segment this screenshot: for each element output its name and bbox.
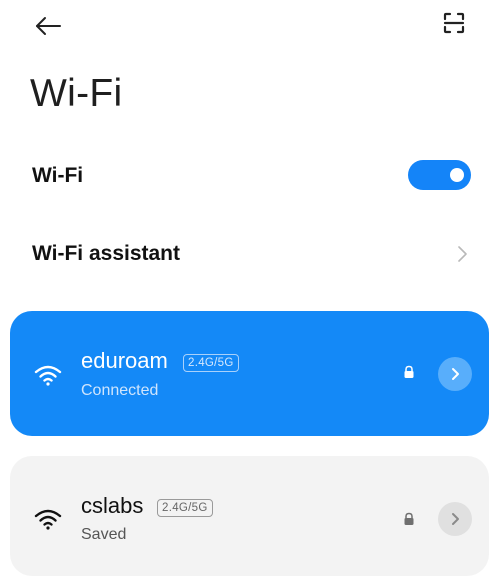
network-details-button[interactable] <box>438 357 472 391</box>
network-status: Connected <box>81 382 159 399</box>
lock-icon <box>404 512 414 525</box>
network-details-button[interactable] <box>438 502 472 536</box>
wifi-assistant-row[interactable]: Wi-Fi assistant <box>0 225 489 283</box>
band-badge: 2.4G/5G <box>183 354 239 372</box>
top-bar <box>0 0 489 52</box>
wifi-signal-icon <box>34 509 62 530</box>
network-name: cslabs <box>81 493 144 518</box>
wifi-settings-screen: Wi-Fi Wi-Fi Wi-Fi assistant eduroam 2.4G… <box>0 0 489 576</box>
chevron-right-icon <box>452 513 459 525</box>
page-title: Wi-Fi <box>30 72 123 115</box>
wifi-toggle-switch[interactable] <box>408 160 471 190</box>
chevron-right-icon <box>452 368 459 380</box>
qr-scan-icon <box>443 12 465 34</box>
lock-icon <box>404 365 414 378</box>
arrow-left-icon <box>36 17 61 35</box>
wifi-toggle-label: Wi-Fi <box>32 164 84 187</box>
wifi-signal-icon <box>34 365 62 386</box>
network-card-eduroam[interactable]: eduroam 2.4G/5G Connected <box>10 311 489 436</box>
back-button[interactable] <box>26 10 70 42</box>
wifi-assistant-label: Wi-Fi assistant <box>32 242 181 265</box>
network-name: eduroam <box>81 348 168 373</box>
scan-qr-button[interactable] <box>432 5 476 41</box>
network-status: Saved <box>81 526 127 543</box>
toggle-knob <box>450 168 464 182</box>
band-badge: 2.4G/5G <box>157 499 213 517</box>
network-card-cslabs[interactable]: cslabs 2.4G/5G Saved <box>10 456 489 576</box>
chevron-right-icon <box>458 246 467 262</box>
